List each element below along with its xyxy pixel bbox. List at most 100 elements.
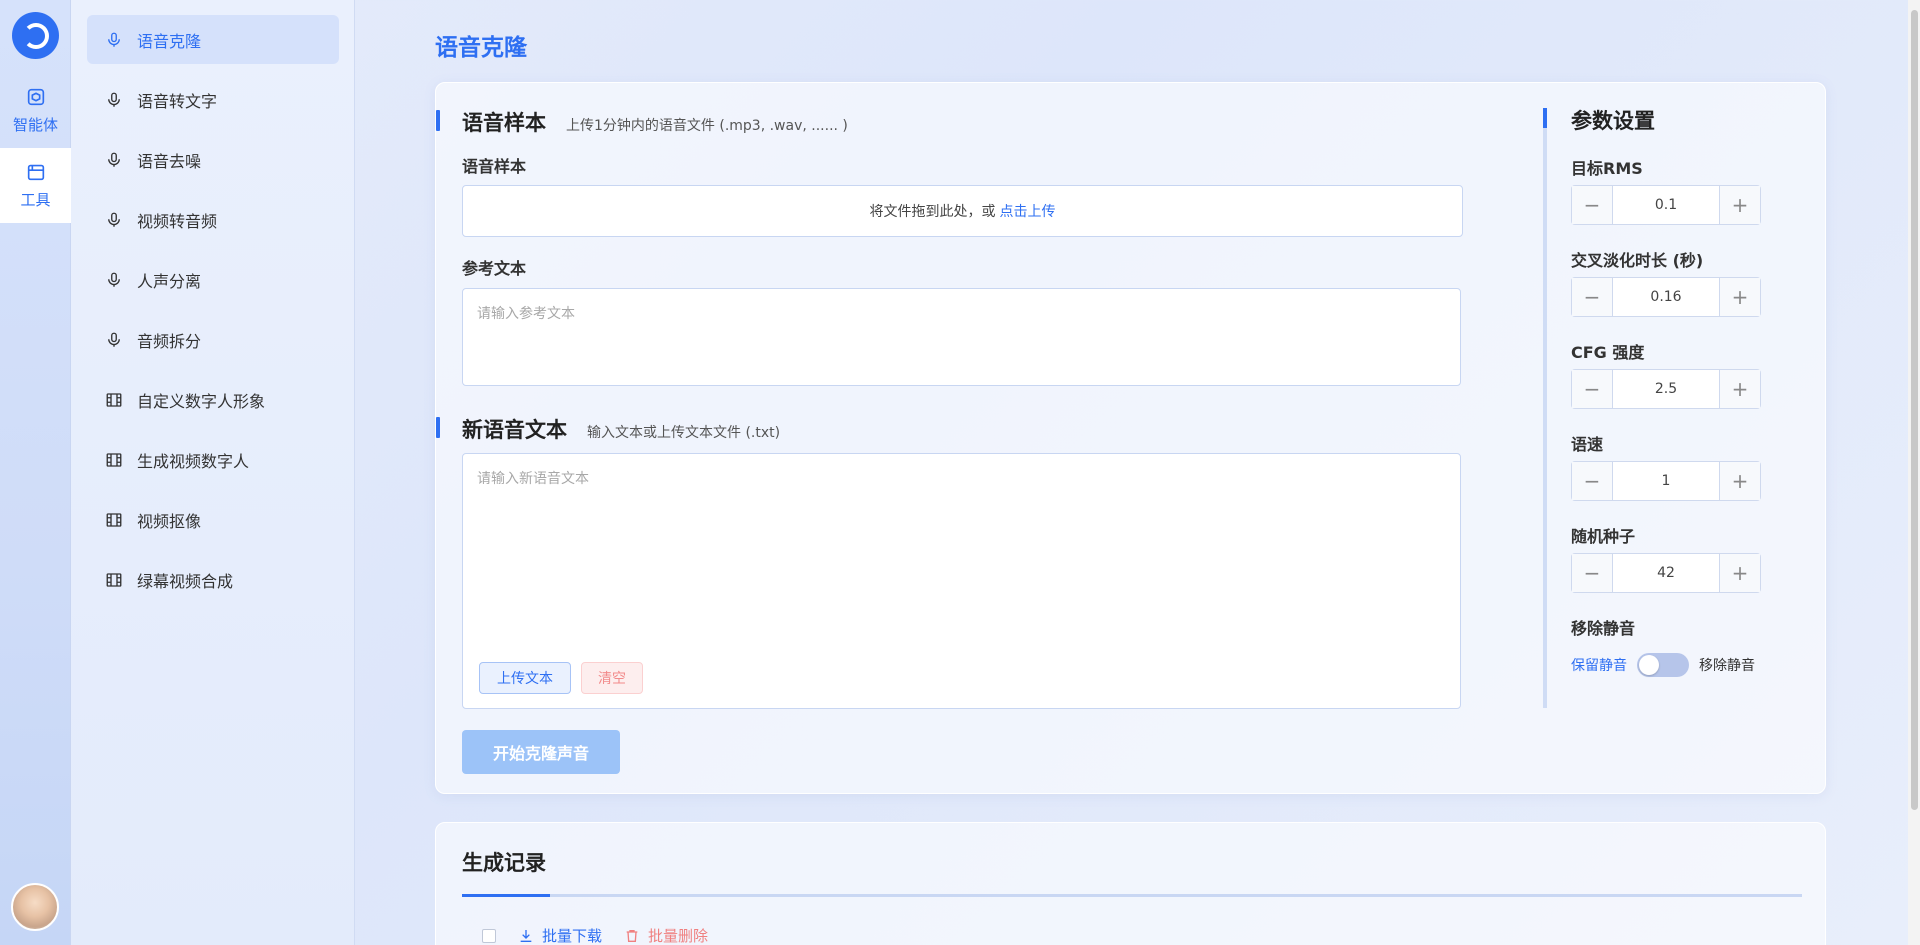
sidebar-item-voice-clone[interactable]: 语音克隆 (87, 15, 339, 64)
rail-item-label: 智能体 (12, 116, 58, 134)
sidebar-item-custom-avatar[interactable]: 自定义数字人形象 (87, 375, 339, 424)
records-card: 生成记录 批量下载 批量删除 (435, 822, 1826, 945)
sample-section-header: 语音样本 上传1分钟内的语音文件 (.mp3, .wav, ...... ) (462, 107, 848, 137)
stepper-value[interactable]: 1 (1613, 462, 1719, 500)
decrement-button[interactable]: − (1572, 186, 1613, 224)
sidebar-item-video-to-audio[interactable]: 视频转音频 (87, 195, 339, 244)
scrollbar-thumb[interactable] (1911, 10, 1918, 810)
increment-button[interactable]: + (1719, 462, 1760, 500)
decrement-button[interactable]: − (1572, 554, 1613, 592)
reference-placeholder: 请输入参考文本 (477, 306, 575, 322)
microphone-icon (108, 332, 120, 347)
rail-item-agent[interactable]: 智能体 (0, 73, 71, 148)
sidebar-item-label: 语音转文字 (137, 91, 218, 111)
sidebar-item-label: 语音去噪 (137, 151, 202, 171)
new-text-input[interactable]: 请输入新语音文本 上传文本 清空 (462, 453, 1461, 709)
stepper-value[interactable]: 42 (1613, 554, 1719, 592)
param-label-speed: 语速 (1571, 435, 1604, 454)
sidebar-item-label: 语音克隆 (137, 31, 202, 51)
keep-silence-option[interactable]: 保留静音 (1571, 655, 1627, 675)
voice-clone-card: 语音样本 上传1分钟内的语音文件 (.mp3, .wav, ...... ) 语… (435, 82, 1826, 794)
sidebar-item-label: 绿幕视频合成 (137, 571, 234, 591)
records-toolbar: 批量下载 批量删除 (482, 925, 708, 945)
sidebar-item-greenscreen-compose[interactable]: 绿幕视频合成 (87, 555, 339, 604)
film-icon (106, 392, 122, 407)
page-scrollbar[interactable] (1908, 0, 1920, 945)
section-accent (436, 110, 440, 131)
params-title: 参数设置 (1571, 109, 1655, 133)
sample-field-label: 语音样本 (462, 157, 527, 176)
microphone-icon (108, 152, 120, 167)
new-text-section-subtitle: 输入文本或上传文本文件 (.txt) (587, 425, 781, 441)
stepper-value[interactable]: 0.1 (1613, 186, 1719, 224)
click-upload-link[interactable]: 点击上传 (1000, 201, 1056, 221)
sidebar-item-label: 音频拆分 (137, 331, 202, 351)
sidebar-item-generate-video-avatar[interactable]: 生成视频数字人 (87, 435, 339, 484)
sidebar-item-label: 生成视频数字人 (137, 451, 250, 471)
sidebar-item-audio-split[interactable]: 音频拆分 (87, 315, 339, 364)
param-label-silence: 移除静音 (1571, 619, 1636, 638)
sample-section-title: 语音样本 (462, 111, 546, 135)
film-icon (106, 572, 122, 587)
reference-text-label: 参考文本 (462, 259, 527, 278)
new-text-placeholder: 请输入新语音文本 (477, 471, 589, 487)
records-tab-line (462, 894, 1802, 897)
sidebar-item-denoise[interactable]: 语音去噪 (87, 135, 339, 184)
batch-delete-label: 批量删除 (648, 927, 709, 945)
rms-stepper: − 0.1 + (1571, 185, 1761, 225)
select-all-checkbox[interactable] (482, 928, 496, 943)
microphone-icon (108, 32, 120, 47)
param-label-seed: 随机种子 (1571, 527, 1636, 546)
page-title: 语音克隆 (435, 35, 527, 61)
film-icon (106, 452, 122, 467)
param-label-cfg: CFG 强度 (1571, 343, 1645, 362)
sidebar-item-label: 人声分离 (137, 271, 202, 291)
microphone-icon (108, 212, 120, 227)
sidebar-item-label: 视频转音频 (137, 211, 218, 231)
param-label-crossfade: 交叉淡化时长 (秒) (1571, 251, 1704, 270)
increment-button[interactable]: + (1719, 278, 1760, 316)
batch-delete-button[interactable]: 批量删除 (624, 925, 708, 945)
crossfade-stepper: − 0.16 + (1571, 277, 1761, 317)
sidebar-item-speech-to-text[interactable]: 语音转文字 (87, 75, 339, 124)
sidebar-item-vocal-separation[interactable]: 人声分离 (87, 255, 339, 304)
cfg-stepper: − 2.5 + (1571, 369, 1761, 409)
section-accent (436, 417, 440, 438)
microphone-icon (108, 92, 120, 107)
tools-icon (27, 164, 44, 181)
user-avatar[interactable] (11, 883, 59, 931)
silence-switch[interactable] (1637, 653, 1689, 677)
seed-stepper: − 42 + (1571, 553, 1761, 593)
increment-button[interactable]: + (1719, 370, 1760, 408)
download-icon (520, 929, 532, 942)
trash-icon (626, 929, 638, 942)
sample-upload-dropzone[interactable]: 将文件拖到此处，或 点击上传 (462, 185, 1463, 237)
app-rail: 智能体 工具 (0, 0, 71, 945)
rail-item-label: 工具 (20, 191, 51, 209)
sidebar-item-label: 视频抠像 (137, 511, 202, 531)
film-icon (106, 512, 122, 527)
sidebar-item-video-matting[interactable]: 视频抠像 (87, 495, 339, 544)
stepper-value[interactable]: 0.16 (1613, 278, 1719, 316)
increment-button[interactable]: + (1719, 554, 1760, 592)
rail-item-tools[interactable]: 工具 (0, 148, 71, 223)
microphone-icon (108, 272, 120, 287)
app-logo[interactable] (12, 12, 59, 59)
batch-download-label: 批量下载 (542, 927, 603, 945)
sample-section-subtitle: 上传1分钟内的语音文件 (.mp3, .wav, ...... ) (566, 118, 848, 134)
new-text-section-title: 新语音文本 (462, 418, 567, 442)
reference-text-input[interactable]: 请输入参考文本 (462, 288, 1461, 386)
tools-sidebar: 语音克隆 语音转文字 语音去噪 视频转音频 人声分离 音频拆分 自定义数字人形象… (71, 0, 355, 945)
stepper-value[interactable]: 2.5 (1613, 370, 1719, 408)
decrement-button[interactable]: − (1572, 370, 1613, 408)
sidebar-item-label: 自定义数字人形象 (137, 391, 266, 411)
remove-silence-option[interactable]: 移除静音 (1699, 655, 1755, 675)
silence-toggle-row: 保留静音 移除静音 (1571, 653, 1755, 677)
clear-button[interactable]: 清空 (581, 662, 643, 694)
decrement-button[interactable]: − (1572, 462, 1613, 500)
increment-button[interactable]: + (1719, 186, 1760, 224)
decrement-button[interactable]: − (1572, 278, 1613, 316)
upload-text-button[interactable]: 上传文本 (479, 662, 571, 694)
start-clone-button[interactable]: 开始克隆声音 (462, 730, 620, 774)
batch-download-button[interactable]: 批量下载 (518, 925, 602, 945)
